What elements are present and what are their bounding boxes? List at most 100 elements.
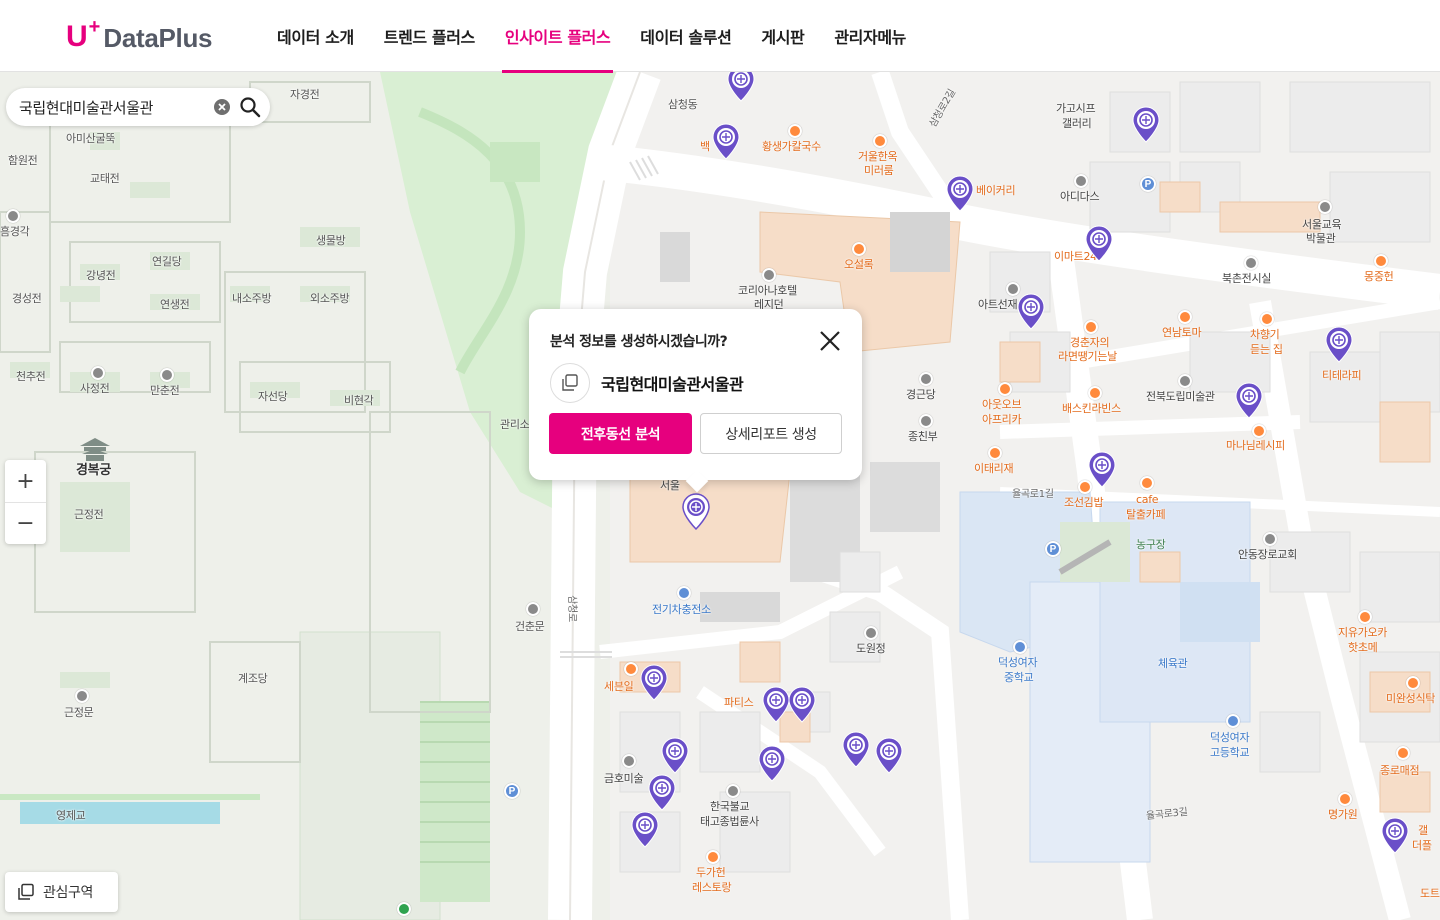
poi-dot — [91, 366, 105, 380]
analysis-popup: 분석 정보를 생성하시겠습니까? 국립현대미술관서울관 전후동선 분석 상세리포… — [529, 309, 862, 480]
zoom-control: + − — [5, 460, 46, 544]
map-label: 연길당 — [152, 255, 182, 268]
location-marker[interactable] — [1234, 381, 1264, 419]
map-label: 경성전 — [12, 292, 42, 305]
map-label: 거울한옥 — [858, 150, 898, 163]
zoom-out-button[interactable]: − — [5, 502, 46, 544]
location-marker[interactable] — [1131, 105, 1161, 143]
map-label: 건춘문 — [515, 620, 545, 633]
location-marker[interactable] — [1087, 450, 1117, 488]
map-label: 근정문 — [64, 706, 94, 719]
map-label: 가고시프 — [1056, 102, 1096, 115]
poi-dot — [1260, 312, 1274, 326]
palace-icon — [80, 438, 110, 461]
selected-location-marker[interactable] — [681, 492, 711, 531]
poi-dot — [988, 446, 1002, 460]
map-base-layer — [0, 72, 1440, 920]
map-label: 티테라피 — [1322, 369, 1362, 382]
map-label: 도원정 — [856, 642, 886, 655]
map-canvas[interactable]: 자경전 아미산굴뚝 함원전 교태전 흠경각 생물방 연길당 강녕전 경성전 연생… — [0, 72, 1440, 920]
map-label: 강녕전 — [86, 269, 116, 282]
location-marker[interactable] — [726, 72, 756, 102]
poi-dot — [6, 209, 20, 223]
location-marker[interactable] — [630, 810, 660, 848]
location-marker[interactable] — [711, 122, 741, 160]
map-label: 종친부 — [908, 430, 938, 443]
poi-dot — [1374, 254, 1388, 268]
poi-dot — [864, 626, 878, 640]
location-marker[interactable] — [1380, 816, 1410, 854]
location-marker[interactable] — [945, 174, 975, 212]
nav-insight-plus[interactable]: 인사이트 플러스 — [490, 0, 625, 73]
map-label: 관리소 — [500, 418, 530, 431]
location-marker[interactable] — [757, 744, 787, 782]
location-pin-icon — [1235, 382, 1263, 419]
location-pin-icon — [1017, 293, 1045, 330]
poi-dot — [1178, 374, 1192, 388]
poi-dot — [397, 902, 411, 916]
map-label: 한국불교 — [710, 800, 750, 813]
map-label: 전북도립미술관 — [1146, 390, 1215, 403]
location-marker[interactable] — [660, 736, 690, 774]
poi-dot — [160, 368, 174, 382]
map-label: 근정전 — [74, 508, 104, 521]
poi-dot — [1406, 676, 1420, 690]
map-label: 만춘전 — [150, 384, 180, 397]
dataplus-logo[interactable]: U + DataPlus — [66, 17, 213, 54]
place-badge — [550, 363, 590, 403]
nav-board[interactable]: 게시판 — [746, 0, 819, 72]
zoom-in-button[interactable]: + — [5, 460, 46, 502]
poi-dot — [526, 602, 540, 616]
map-label: 외소주방 — [310, 292, 350, 305]
location-marker[interactable] — [1324, 325, 1354, 363]
poi-dot — [1252, 424, 1266, 438]
detail-report-button[interactable]: 상세리포트 생성 — [700, 413, 842, 454]
location-pin-icon — [842, 731, 870, 768]
poi-dot — [1084, 320, 1098, 334]
nav-data-solution[interactable]: 데이터 솔루션 — [625, 0, 746, 72]
map-label: 생물방 — [316, 234, 346, 247]
map-label: 갤러리 — [1062, 117, 1092, 130]
interest-zone-label: 관심구역 — [43, 885, 93, 901]
location-marker[interactable] — [787, 685, 817, 723]
location-pin-icon — [1132, 106, 1160, 143]
map-label: 아웃오브 — [982, 398, 1022, 411]
map-label: 계조당 — [238, 672, 268, 685]
map-label: 아트선재 — [978, 298, 1018, 311]
location-pin-icon — [640, 664, 668, 701]
location-marker[interactable] — [1016, 292, 1046, 330]
location-marker[interactable] — [874, 736, 904, 774]
map-label: 내소주방 — [232, 292, 272, 305]
poi-dot — [1338, 792, 1352, 806]
location-marker[interactable] — [841, 730, 871, 768]
map-label: 마나님레시피 — [1226, 439, 1285, 452]
top-header: U + DataPlus 데이터 소개 트렌드 플러스 인사이트 플러스 데이터… — [0, 0, 1440, 73]
location-marker[interactable] — [647, 773, 677, 811]
map-label: 명가원 — [1328, 808, 1358, 821]
nav-admin-menu[interactable]: 관리자메뉴 — [819, 0, 921, 72]
map-label: 중학교 — [1004, 671, 1034, 684]
clear-icon[interactable] — [214, 99, 230, 115]
nav-data-intro[interactable]: 데이터 소개 — [262, 0, 369, 72]
location-marker[interactable] — [639, 663, 669, 701]
map-label: 황생가칼국수 — [762, 140, 821, 153]
location-pin-icon — [758, 745, 786, 782]
main-nav: 데이터 소개 트렌드 플러스 인사이트 플러스 데이터 솔루션 게시판 관리자메… — [262, 0, 921, 73]
poi-dot — [1013, 640, 1027, 654]
route-analysis-button[interactable]: 전후동선 분석 — [549, 413, 692, 454]
location-marker[interactable] — [1084, 224, 1114, 262]
search-input[interactable] — [19, 88, 211, 126]
close-icon[interactable] — [818, 329, 842, 353]
map-label: 영제교 — [56, 809, 86, 822]
location-pin-icon — [946, 175, 974, 212]
location-pin-icon — [712, 123, 740, 160]
map-label: 미완성식탁 — [1386, 692, 1436, 705]
map-label: 지유가오카 — [1338, 626, 1388, 639]
map-label: 서울 — [660, 479, 680, 492]
interest-zone-button[interactable]: 관심구역 — [5, 872, 118, 912]
map-label: 베이커리 — [976, 184, 1016, 197]
map-label: 흠경각 — [0, 225, 30, 238]
nav-trend-plus[interactable]: 트렌드 플러스 — [369, 0, 490, 72]
map-label: 태고종법륜사 — [700, 815, 759, 828]
search-icon[interactable] — [239, 96, 261, 118]
